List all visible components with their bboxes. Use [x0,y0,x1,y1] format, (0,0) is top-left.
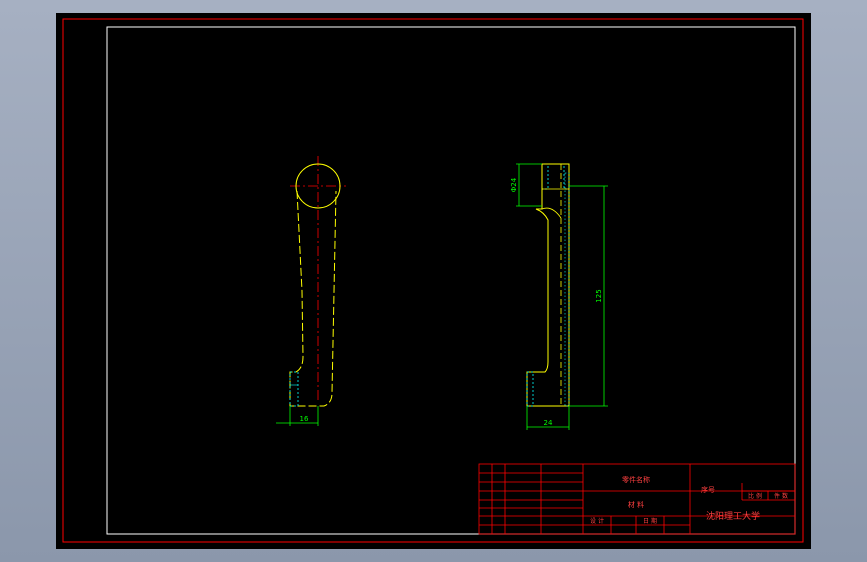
inner-border [106,26,796,535]
front-view: 16 [276,156,346,426]
side-foot-hatch [526,371,534,407]
date-label: 日 期 [643,517,657,525]
side-neck-curve [541,207,562,219]
drawing-sheet: 16 Φ24 125 24 零件名称 材 料 序号 比 例 件 数 设 计 日 … [56,13,811,549]
side-right-hatch [564,172,570,407]
side-dim-width-label: 24 [544,419,553,427]
side-dim-height-label: 125 [595,289,603,302]
count-label: 件 数 [774,492,788,500]
side-dim-top-label: Φ24 [510,177,518,192]
scale-label: 比 例 [748,492,762,500]
front-arm-outline [289,190,337,407]
outer-frame [62,18,804,543]
side-top-hatch [541,163,549,190]
design-label: 设 计 [590,517,604,525]
serial-label: 序号 [701,485,715,494]
part-name-label: 零件名称 [622,475,650,484]
drawing-canvas: 16 Φ24 125 24 零件名称 材 料 序号 比 例 件 数 设 计 日 … [62,18,804,543]
front-foot-hatch [289,371,299,407]
side-view: Φ24 125 24 [510,163,608,430]
material-label: 材 料 [628,500,644,509]
side-outline [526,163,570,407]
university-label: 沈阳理工大学 [706,510,760,522]
cad-viewport: 16 Φ24 125 24 零件名称 材 料 序号 比 例 件 数 设 计 日 … [0,0,867,562]
front-dim-width: 16 [300,415,309,423]
